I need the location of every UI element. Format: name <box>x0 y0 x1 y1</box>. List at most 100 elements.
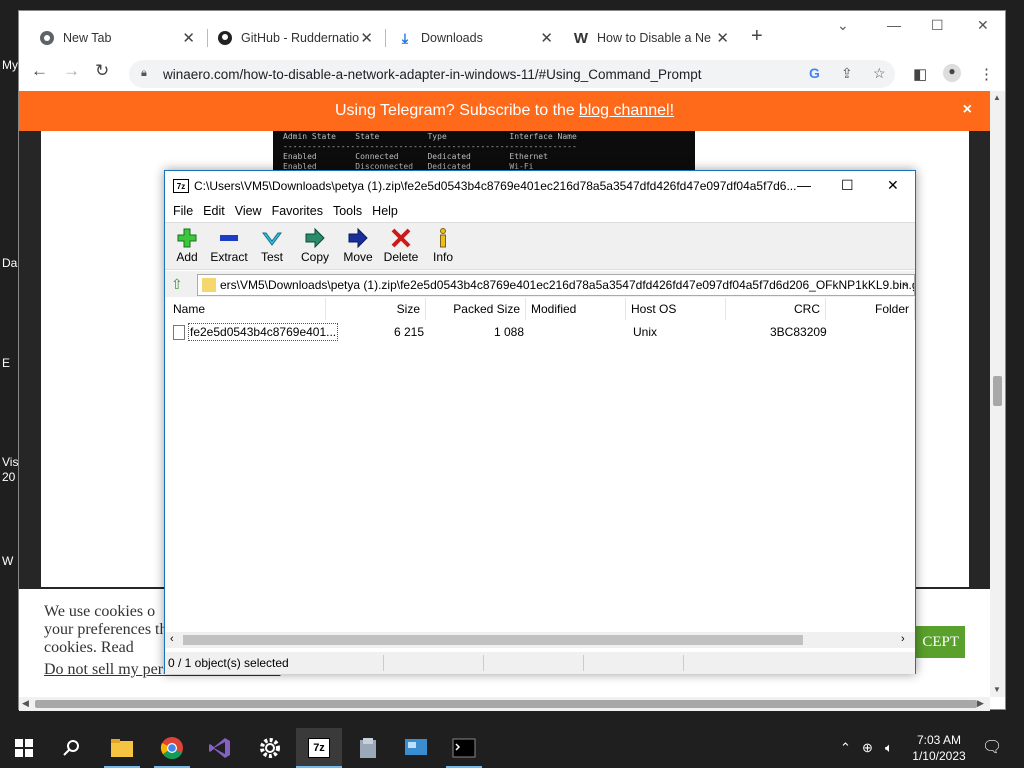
add-button[interactable]: Add <box>165 227 209 264</box>
tab-label: GitHub - Ruddernatio <box>241 31 359 45</box>
test-button[interactable]: Test <box>250 227 294 264</box>
forward-icon[interactable]: → <box>63 61 80 81</box>
notifications-icon[interactable]: 🗨︎ <box>982 737 1002 757</box>
menu-icon[interactable]: ⋮ <box>979 65 994 83</box>
banner-text: Using Telegram? Subscribe to the <box>334 102 575 119</box>
file-explorer-icon[interactable] <box>108 734 136 762</box>
menu-file[interactable]: File <box>173 204 193 218</box>
tab-github[interactable]: GitHub - Ruddernatio ✕ <box>207 24 383 52</box>
maximize-icon[interactable]: ☐ <box>931 17 944 34</box>
tab-strip: New Tab ✕ GitHub - Ruddernatio ✕ ⤓ Downl… <box>19 11 1005 57</box>
close-icon[interactable]: ✕ <box>716 29 729 47</box>
column-header-crc[interactable]: CRC <box>726 298 826 320</box>
folder-up-icon[interactable]: ⇧ <box>171 276 183 293</box>
toolbar: ← → ↻ 🔒︎ winaero.com/how-to-disable-a-ne… <box>19 57 1005 91</box>
close-icon[interactable]: ✕ <box>887 177 899 194</box>
winaero-icon: W <box>573 29 589 47</box>
control-panel-icon[interactable] <box>402 734 430 762</box>
desktop-label: 20 <box>2 470 16 484</box>
settings-icon[interactable] <box>256 734 284 762</box>
lock-icon: 🔒︎ <box>141 67 147 79</box>
file-crc: 3BC83209 <box>770 325 827 339</box>
file-name-cell[interactable]: fe2e5d0543b4c8769e401... <box>173 323 339 341</box>
column-header-name[interactable]: Name <box>168 298 326 320</box>
title-bar[interactable]: 7z C:\Users\VM5\Downloads\petya (1).zip\… <box>165 171 915 201</box>
star-icon[interactable]: ☆ <box>873 65 886 82</box>
file-icon <box>173 324 185 340</box>
menu-tools[interactable]: Tools <box>333 204 362 218</box>
close-icon[interactable]: ✕ <box>182 29 195 47</box>
column-header-size[interactable]: Size <box>326 298 426 320</box>
reload-icon[interactable]: ↻ <box>95 61 109 81</box>
maximize-icon[interactable]: ☐ <box>841 177 854 194</box>
search-icon[interactable] <box>58 734 86 762</box>
7zip-icon: 7z <box>308 738 330 758</box>
delete-button[interactable]: Delete <box>379 227 423 264</box>
column-header-modified[interactable]: Modified <box>526 298 626 320</box>
url-text: winaero.com/how-to-disable-a-network-ada… <box>163 66 702 82</box>
share-icon[interactable]: ⇪ <box>841 65 853 82</box>
info-button[interactable]: Info <box>421 227 465 264</box>
table-row[interactable]: fe2e5d0543b4c8769e401... 6 215 1 088 Uni… <box>165 322 915 342</box>
extract-button[interactable]: Extract <box>207 227 251 264</box>
column-header-packed-size[interactable]: Packed Size <box>426 298 526 320</box>
chrome-icon <box>39 30 55 46</box>
github-icon <box>217 30 233 46</box>
archive-app-icon[interactable] <box>354 734 382 762</box>
copy-button[interactable]: Copy <box>293 227 337 264</box>
new-tab-icon[interactable]: + <box>751 25 763 48</box>
chevron-down-icon[interactable]: ⌄ <box>837 17 849 34</box>
start-button[interactable] <box>10 734 38 762</box>
close-icon[interactable]: ✕ <box>540 29 553 47</box>
tab-downloads[interactable]: ⤓ Downloads ✕ <box>387 24 563 52</box>
accept-button[interactable]: CEPT <box>911 626 965 658</box>
address-bar[interactable]: 🔒︎ winaero.com/how-to-disable-a-network-… <box>129 60 895 88</box>
google-icon[interactable]: G <box>809 65 820 81</box>
menu-favorites[interactable]: Favorites <box>272 204 323 218</box>
toolbar: Add Extract Test Copy Move Delete Info <box>165 222 915 270</box>
minus-icon <box>207 227 251 249</box>
tab-winaero[interactable]: W How to Disable a Ne ✕ <box>563 24 739 52</box>
file-name: fe2e5d0543b4c8769e401... <box>188 323 339 341</box>
path-input[interactable]: ers\VM5\Downloads\petya (1).zip\fe2e5d05… <box>197 274 915 296</box>
vertical-scrollbar[interactable]: ▲ ▼ <box>990 91 1005 697</box>
7zip-taskbar-button[interactable]: 7z <box>296 728 342 768</box>
back-icon[interactable]: ← <box>31 61 48 81</box>
tab-new-tab[interactable]: New Tab ✕ <box>29 24 205 52</box>
chrome-icon[interactable] <box>158 734 186 762</box>
profile-icon[interactable]: ● <box>943 64 961 82</box>
menu-help[interactable]: Help <box>372 204 398 218</box>
column-header-folder[interactable]: Folder <box>826 298 915 320</box>
close-icon[interactable]: ✕ <box>977 17 989 34</box>
close-icon[interactable]: × <box>963 101 972 119</box>
column-header-host-os[interactable]: Host OS <box>626 298 726 320</box>
visual-studio-icon[interactable] <box>206 734 234 762</box>
chevron-up-icon[interactable]: ⌃ <box>840 740 851 756</box>
network-icon[interactable]: ⊕ <box>862 740 873 756</box>
chevron-down-icon[interactable]: ⌄ <box>902 278 910 289</box>
move-button[interactable]: Move <box>336 227 380 264</box>
desktop-label: My <box>2 58 18 72</box>
terminal-icon[interactable] <box>450 734 478 762</box>
horizontal-scrollbar[interactable]: ‹ › <box>165 632 915 648</box>
blog-channel-link[interactable]: blog channel! <box>579 102 674 120</box>
menu-view[interactable]: View <box>235 204 262 218</box>
scroll-thumb[interactable] <box>183 635 803 645</box>
scroll-thumb[interactable] <box>35 700 977 708</box>
clock[interactable]: 7:03 AM 1/10/2023 <box>908 732 970 764</box>
file-host-os: Unix <box>633 325 658 339</box>
minimize-icon[interactable]: — <box>797 177 811 193</box>
close-icon[interactable]: ✕ <box>360 29 373 47</box>
side-panel-icon[interactable]: ◧ <box>913 65 927 83</box>
horizontal-scrollbar[interactable]: ◀ ▶ <box>19 697 990 711</box>
tab-label: Downloads <box>421 31 483 45</box>
minimize-icon[interactable]: — <box>887 17 901 33</box>
tab-label: How to Disable a Ne <box>597 31 711 45</box>
volume-icon[interactable]: 🔈︎ <box>885 740 893 756</box>
desktop-label: Da <box>2 256 18 270</box>
scroll-thumb[interactable] <box>993 376 1002 406</box>
delete-x-icon <box>379 227 423 249</box>
menu-edit[interactable]: Edit <box>203 204 225 218</box>
copy-arrow-icon <box>293 227 337 249</box>
folder-icon <box>202 278 216 292</box>
